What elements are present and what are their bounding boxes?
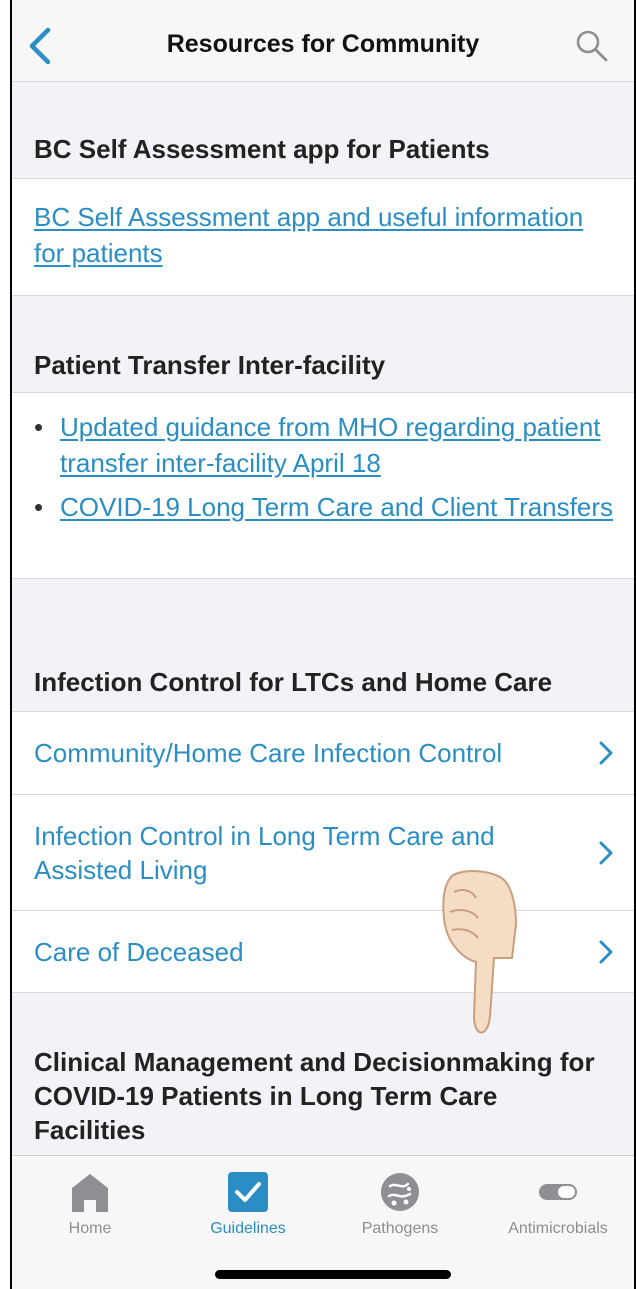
chevron-right-icon — [599, 841, 613, 864]
page-title: Resources for Community — [166, 30, 480, 58]
section-header-self-assessment: BC Self Assessment app for Patients — [12, 82, 634, 179]
bullet-icon: • — [34, 492, 44, 522]
tab-guidelines[interactable]: Guidelines — [178, 1170, 318, 1238]
row-community-home-care[interactable]: Community/Home Care Infection Control — [12, 712, 634, 795]
search-button[interactable] — [574, 28, 610, 64]
checkbox-icon — [228, 1172, 268, 1212]
list-item: • Updated guidance from MHO regarding pa… — [34, 409, 614, 481]
bullet-icon: • — [34, 412, 44, 442]
section-title: Patient Transfer Inter-facility — [34, 350, 386, 380]
transfer-guidance-link[interactable]: Updated guidance from MHO regarding pati… — [60, 409, 614, 481]
list-item: • COVID-19 Long Term Care and Client Tra… — [34, 489, 614, 525]
section-title: Clinical Management and Decisionmaking f… — [34, 1047, 595, 1145]
section-title: BC Self Assessment app for Patients — [34, 134, 490, 164]
home-indicator[interactable] — [215, 1270, 451, 1279]
tab-bar: Home Guidelines Pathogens Antimicrobials — [12, 1155, 634, 1289]
section-header-infection-control: Infection Control for LTCs and Home Care — [12, 579, 634, 712]
navigation-bar: Resources for Community — [12, 0, 634, 82]
section-header-clinical-management: Clinical Management and Decisionmaking f… — [12, 993, 634, 1155]
app-screen: Resources for Community BC Self Assessme… — [10, 0, 636, 1289]
tab-label: Antimicrobials — [508, 1220, 608, 1237]
content-list[interactable]: BC Self Assessment app for Patients BC S… — [12, 82, 634, 1155]
tab-label: Home — [68, 1220, 112, 1237]
tab-label: Guidelines — [210, 1220, 286, 1237]
row-ltc-assisted-living[interactable]: Infection Control in Long Term Care and … — [12, 795, 634, 911]
chevron-right-icon — [599, 741, 613, 765]
link-cell-self-assessment: BC Self Assessment app and useful inform… — [12, 179, 634, 296]
bullet-cell-patient-transfer: • Updated guidance from MHO regarding pa… — [12, 393, 634, 579]
self-assessment-link[interactable]: BC Self Assessment app and useful inform… — [34, 202, 583, 268]
row-care-of-deceased[interactable]: Care of Deceased — [12, 911, 634, 993]
pathogen-icon — [381, 1173, 419, 1211]
chevron-right-icon — [599, 940, 613, 963]
ltc-client-transfers-link[interactable]: COVID-19 Long Term Care and Client Trans… — [60, 489, 613, 525]
house-icon — [72, 1174, 108, 1212]
row-label: Community/Home Care Infection Control — [34, 738, 503, 768]
tab-home[interactable]: Home — [20, 1170, 160, 1238]
section-title: Infection Control for LTCs and Home Care — [34, 667, 553, 697]
tab-label: Pathogens — [361, 1220, 439, 1237]
bullet-list: • Updated guidance from MHO regarding pa… — [12, 393, 634, 547]
pill-icon — [539, 1184, 577, 1200]
tab-pathogens[interactable]: Pathogens — [330, 1170, 470, 1238]
search-icon — [576, 30, 608, 62]
row-label: Care of Deceased — [34, 936, 244, 967]
tab-antimicrobials[interactable]: Antimicrobials — [488, 1170, 628, 1238]
section-header-patient-transfer: Patient Transfer Inter-facility — [12, 296, 634, 393]
pointing-hand-icon — [442, 870, 518, 1034]
